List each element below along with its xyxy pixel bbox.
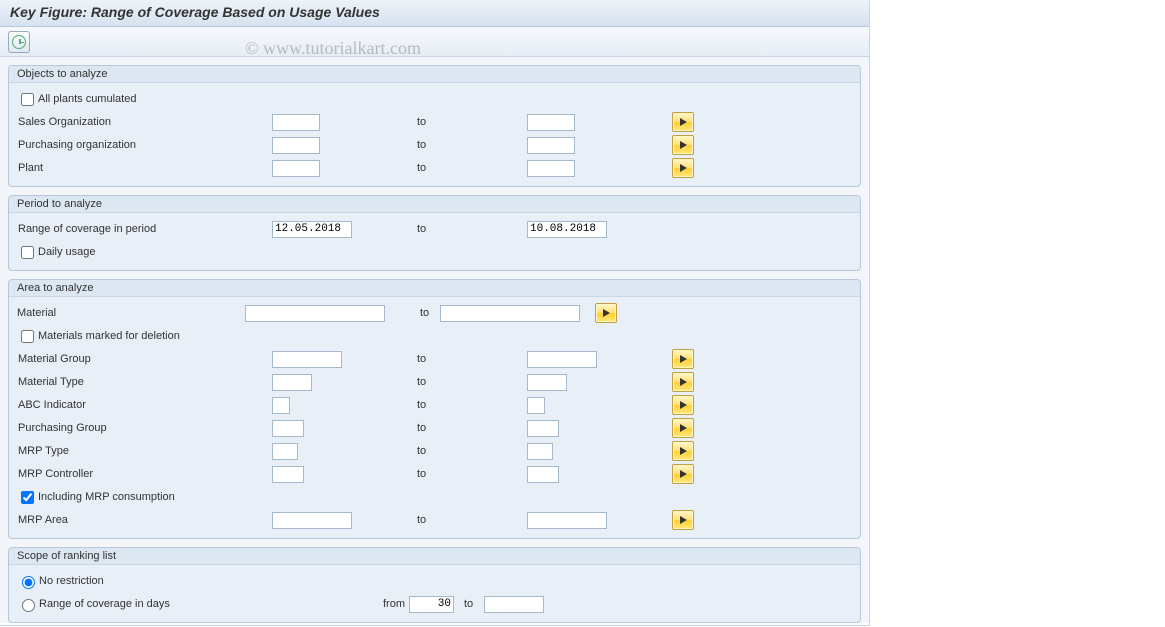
abc-from-input[interactable] [272, 397, 290, 414]
matgroup-label: Material Group [17, 353, 272, 365]
matgroup-from-input[interactable] [272, 351, 342, 368]
to-label: to [417, 139, 527, 151]
mrparea-multi-button[interactable] [672, 510, 694, 530]
purchgroup-from-input[interactable] [272, 420, 304, 437]
group-area: Area to analyze Material to Materials ma… [8, 279, 861, 539]
mattype-label: Material Type [17, 376, 272, 388]
mrptype-label: MRP Type [17, 445, 272, 457]
mrparea-to-input[interactable] [527, 512, 607, 529]
period-from-input[interactable] [272, 221, 352, 238]
matgroup-multi-button[interactable] [672, 349, 694, 369]
purch-org-multi-button[interactable] [672, 135, 694, 155]
arrow-right-icon [680, 141, 687, 149]
plant-to-input[interactable] [527, 160, 575, 177]
mattype-multi-button[interactable] [672, 372, 694, 392]
execute-icon [12, 35, 26, 49]
purchgroup-multi-button[interactable] [672, 418, 694, 438]
arrow-right-icon [680, 164, 687, 172]
mrpctrl-from-input[interactable] [272, 466, 304, 483]
purch-org-from-input[interactable] [272, 137, 320, 154]
execute-button[interactable] [8, 31, 30, 53]
sales-org-to-input[interactable] [527, 114, 575, 131]
abc-multi-button[interactable] [672, 395, 694, 415]
deletion-label: Materials marked for deletion [38, 330, 180, 342]
abc-label: ABC Indicator [17, 399, 272, 411]
arrow-right-icon [680, 447, 687, 455]
mattype-to-input[interactable] [527, 374, 567, 391]
from-label: from [369, 598, 409, 610]
group-objects: Objects to analyze All plants cumulated … [8, 65, 861, 187]
to-label: to [420, 307, 440, 319]
mrparea-label: MRP Area [17, 514, 272, 526]
mrptype-multi-button[interactable] [672, 441, 694, 461]
incl-mrp-checkbox[interactable] [21, 491, 34, 504]
group-period: Period to analyze Range of coverage in p… [8, 195, 861, 271]
daily-usage-label: Daily usage [38, 246, 95, 258]
group-title-objects: Objects to analyze [9, 66, 860, 83]
to-label: to [417, 468, 527, 480]
to-label: to [417, 162, 527, 174]
all-plants-checkbox[interactable] [21, 93, 34, 106]
plant-label: Plant [17, 162, 272, 174]
to-label: to [417, 514, 527, 526]
mrpctrl-multi-button[interactable] [672, 464, 694, 484]
mrpctrl-label: MRP Controller [17, 468, 272, 480]
arrow-right-icon [680, 378, 687, 386]
to-label: to [417, 353, 527, 365]
arrow-right-icon [680, 470, 687, 478]
range-days-radio[interactable] [22, 599, 35, 612]
sales-org-from-input[interactable] [272, 114, 320, 131]
to-label: to [417, 223, 527, 235]
content-area: Objects to analyze All plants cumulated … [0, 57, 869, 623]
sales-org-multi-button[interactable] [672, 112, 694, 132]
arrow-right-icon [680, 516, 687, 524]
range-days-from-input[interactable] [409, 596, 454, 613]
incl-mrp-label: Including MRP consumption [38, 491, 175, 503]
matgroup-to-input[interactable] [527, 351, 597, 368]
mrptype-from-input[interactable] [272, 443, 298, 460]
purchgroup-to-input[interactable] [527, 420, 559, 437]
abc-to-input[interactable] [527, 397, 545, 414]
arrow-right-icon [680, 355, 687, 363]
range-period-label: Range of coverage in period [17, 223, 272, 235]
arrow-right-icon [680, 401, 687, 409]
toolbar [0, 27, 869, 57]
arrow-right-icon [680, 118, 687, 126]
purch-org-label: Purchasing organization [17, 139, 272, 151]
range-days-label: Range of coverage in days [39, 598, 369, 610]
material-to-input[interactable] [440, 305, 580, 322]
to-label: to [417, 399, 527, 411]
period-to-input[interactable] [527, 221, 607, 238]
purch-org-to-input[interactable] [527, 137, 575, 154]
mrparea-from-input[interactable] [272, 512, 352, 529]
mrpctrl-to-input[interactable] [527, 466, 559, 483]
daily-usage-checkbox[interactable] [21, 246, 34, 259]
arrow-right-icon [680, 424, 687, 432]
plant-multi-button[interactable] [672, 158, 694, 178]
no-restriction-radio[interactable] [22, 576, 35, 589]
purchgroup-label: Purchasing Group [17, 422, 272, 434]
sales-org-label: Sales Organization [17, 116, 272, 128]
page-title: Key Figure: Range of Coverage Based on U… [0, 0, 869, 27]
no-restriction-label: No restriction [39, 575, 104, 587]
mrptype-to-input[interactable] [527, 443, 553, 460]
group-title-area: Area to analyze [9, 280, 860, 297]
all-plants-label: All plants cumulated [38, 93, 136, 105]
deletion-checkbox[interactable] [21, 330, 34, 343]
to-label: to [417, 445, 527, 457]
plant-from-input[interactable] [272, 160, 320, 177]
group-scope: Scope of ranking list No restriction Ran… [8, 547, 861, 623]
group-title-period: Period to analyze [9, 196, 860, 213]
arrow-right-icon [603, 309, 610, 317]
material-label: Material [17, 307, 245, 319]
mattype-from-input[interactable] [272, 374, 312, 391]
to-label: to [454, 598, 484, 610]
to-label: to [417, 376, 527, 388]
group-title-scope: Scope of ranking list [9, 548, 860, 565]
material-multi-button[interactable] [595, 303, 617, 323]
range-days-to-input[interactable] [484, 596, 544, 613]
material-from-input[interactable] [245, 305, 385, 322]
to-label: to [417, 422, 527, 434]
to-label: to [417, 116, 527, 128]
